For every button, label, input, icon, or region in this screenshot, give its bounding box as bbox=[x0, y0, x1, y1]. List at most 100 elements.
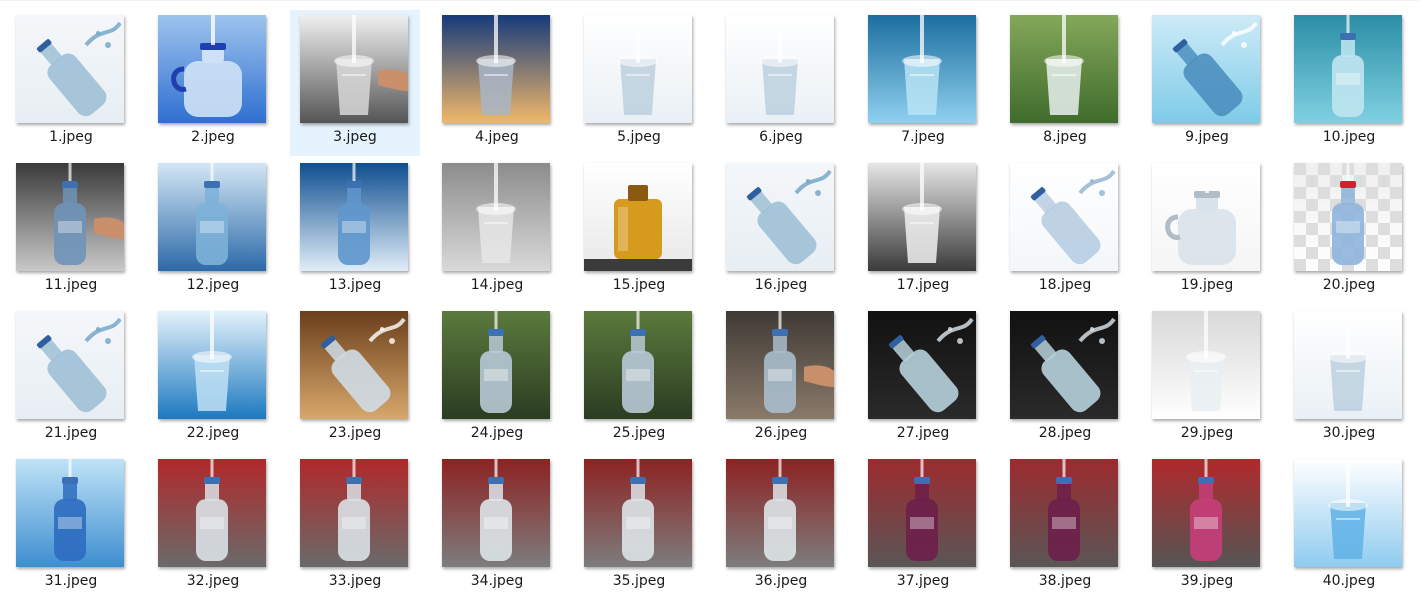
file-item[interactable]: 33.jpeg bbox=[290, 454, 420, 600]
file-item[interactable]: 21.jpeg bbox=[6, 306, 136, 452]
file-thumbnail bbox=[16, 163, 124, 271]
file-thumbnail bbox=[868, 163, 976, 271]
file-item[interactable]: 24.jpeg bbox=[432, 306, 562, 452]
file-item[interactable]: 1.jpeg bbox=[6, 10, 136, 156]
file-name: 2.jpeg bbox=[191, 129, 235, 145]
file-item[interactable]: 16.jpeg bbox=[716, 158, 846, 304]
file-name: 14.jpeg bbox=[470, 277, 524, 293]
file-item[interactable]: 18.jpeg bbox=[1000, 158, 1130, 304]
file-thumbnail bbox=[1010, 163, 1118, 271]
file-thumbnail bbox=[726, 459, 834, 567]
file-name: 27.jpeg bbox=[896, 425, 950, 441]
file-name: 32.jpeg bbox=[186, 573, 240, 589]
file-name: 23.jpeg bbox=[328, 425, 382, 441]
file-name: 29.jpeg bbox=[1180, 425, 1234, 441]
file-thumbnail bbox=[158, 15, 266, 123]
file-item[interactable]: 36.jpeg bbox=[716, 454, 846, 600]
file-item[interactable]: 31.jpeg bbox=[6, 454, 136, 600]
file-name: 9.jpeg bbox=[1185, 129, 1229, 145]
file-item[interactable]: 11.jpeg bbox=[6, 158, 136, 304]
file-item[interactable]: 2.jpeg bbox=[148, 10, 278, 156]
file-name: 7.jpeg bbox=[901, 129, 945, 145]
file-item[interactable]: 20.jpeg bbox=[1284, 158, 1414, 304]
file-thumbnail bbox=[584, 15, 692, 123]
file-thumbnail bbox=[1152, 163, 1260, 271]
file-name: 28.jpeg bbox=[1038, 425, 1092, 441]
file-name: 26.jpeg bbox=[754, 425, 808, 441]
file-thumbnail bbox=[300, 163, 408, 271]
file-name: 5.jpeg bbox=[617, 129, 661, 145]
file-name: 8.jpeg bbox=[1043, 129, 1087, 145]
file-item[interactable]: 9.jpeg bbox=[1142, 10, 1272, 156]
file-item[interactable]: 34.jpeg bbox=[432, 454, 562, 600]
file-name: 40.jpeg bbox=[1322, 573, 1376, 589]
file-thumbnail bbox=[584, 163, 692, 271]
file-name: 25.jpeg bbox=[612, 425, 666, 441]
file-thumbnail bbox=[868, 459, 976, 567]
file-thumbnail bbox=[726, 163, 834, 271]
file-name: 17.jpeg bbox=[896, 277, 950, 293]
file-thumbnail bbox=[726, 311, 834, 419]
file-thumbnail bbox=[726, 15, 834, 123]
file-thumbnail bbox=[158, 163, 266, 271]
file-item[interactable]: 4.jpeg bbox=[432, 10, 562, 156]
file-item[interactable]: 25.jpeg bbox=[574, 306, 704, 452]
file-item[interactable]: 27.jpeg bbox=[858, 306, 988, 452]
file-thumbnail bbox=[1010, 311, 1118, 419]
file-thumbnail bbox=[1010, 459, 1118, 567]
file-item[interactable]: 26.jpeg bbox=[716, 306, 846, 452]
file-item[interactable]: 14.jpeg bbox=[432, 158, 562, 304]
file-item[interactable]: 19.jpeg bbox=[1142, 158, 1272, 304]
file-item[interactable]: 3.jpeg bbox=[290, 10, 420, 156]
file-name: 16.jpeg bbox=[754, 277, 808, 293]
file-item[interactable]: 13.jpeg bbox=[290, 158, 420, 304]
file-item[interactable]: 5.jpeg bbox=[574, 10, 704, 156]
file-name: 33.jpeg bbox=[328, 573, 382, 589]
file-item[interactable]: 10.jpeg bbox=[1284, 10, 1414, 156]
file-thumbnail bbox=[16, 15, 124, 123]
file-name: 13.jpeg bbox=[328, 277, 382, 293]
file-item[interactable]: 17.jpeg bbox=[858, 158, 988, 304]
file-item[interactable]: 39.jpeg bbox=[1142, 454, 1272, 600]
file-item[interactable]: 6.jpeg bbox=[716, 10, 846, 156]
file-name: 18.jpeg bbox=[1038, 277, 1092, 293]
file-thumbnail bbox=[1152, 15, 1260, 123]
file-item[interactable]: 37.jpeg bbox=[858, 454, 988, 600]
file-name: 24.jpeg bbox=[470, 425, 524, 441]
file-thumbnail bbox=[300, 15, 408, 123]
file-name: 15.jpeg bbox=[612, 277, 666, 293]
file-item[interactable]: 38.jpeg bbox=[1000, 454, 1130, 600]
file-name: 12.jpeg bbox=[186, 277, 240, 293]
file-name: 1.jpeg bbox=[49, 129, 93, 145]
file-item[interactable]: 32.jpeg bbox=[148, 454, 278, 600]
file-item[interactable]: 12.jpeg bbox=[148, 158, 278, 304]
file-thumbnail bbox=[300, 459, 408, 567]
file-item[interactable]: 40.jpeg bbox=[1284, 454, 1414, 600]
file-item[interactable]: 29.jpeg bbox=[1142, 306, 1272, 452]
file-item[interactable]: 15.jpeg bbox=[574, 158, 704, 304]
file-thumbnail bbox=[584, 311, 692, 419]
file-thumbnail bbox=[1294, 163, 1402, 271]
file-thumbnail bbox=[442, 15, 550, 123]
file-thumbnail bbox=[158, 311, 266, 419]
file-item[interactable]: 30.jpeg bbox=[1284, 306, 1414, 452]
file-name: 21.jpeg bbox=[44, 425, 98, 441]
file-item[interactable]: 23.jpeg bbox=[290, 306, 420, 452]
file-item[interactable]: 28.jpeg bbox=[1000, 306, 1130, 452]
file-item[interactable]: 8.jpeg bbox=[1000, 10, 1130, 156]
file-name: 30.jpeg bbox=[1322, 425, 1376, 441]
file-name: 35.jpeg bbox=[612, 573, 666, 589]
file-thumbnail bbox=[16, 459, 124, 567]
file-name: 3.jpeg bbox=[333, 129, 377, 145]
file-name: 19.jpeg bbox=[1180, 277, 1234, 293]
scrollbar-track[interactable] bbox=[1419, 0, 1427, 597]
file-thumbnail bbox=[442, 311, 550, 419]
file-name: 6.jpeg bbox=[759, 129, 803, 145]
file-item[interactable]: 22.jpeg bbox=[148, 306, 278, 452]
file-item[interactable]: 35.jpeg bbox=[574, 454, 704, 600]
file-name: 37.jpeg bbox=[896, 573, 950, 589]
file-name: 10.jpeg bbox=[1322, 129, 1376, 145]
file-name: 20.jpeg bbox=[1322, 277, 1376, 293]
file-name: 22.jpeg bbox=[186, 425, 240, 441]
file-item[interactable]: 7.jpeg bbox=[858, 10, 988, 156]
